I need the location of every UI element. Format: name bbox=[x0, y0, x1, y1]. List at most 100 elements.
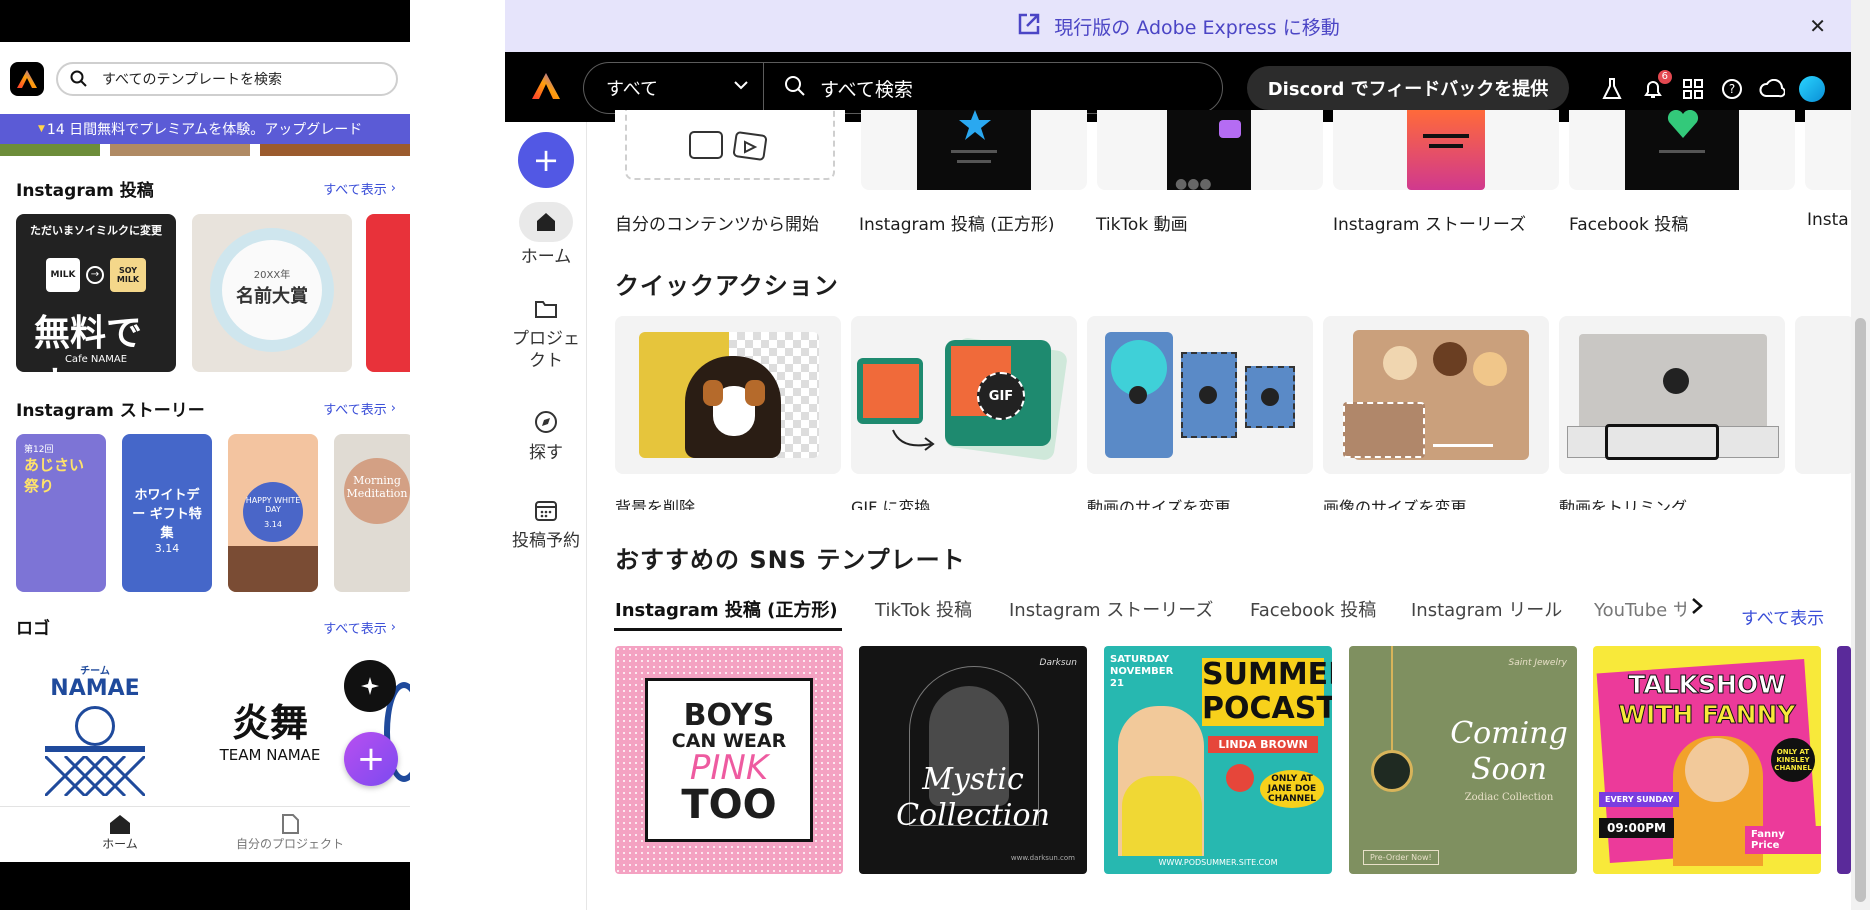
calendar-icon bbox=[535, 501, 557, 521]
rail-item-home[interactable]: ホーム bbox=[505, 202, 587, 268]
svg-text:?: ? bbox=[1729, 82, 1735, 96]
card-price: Fanny Price bbox=[1745, 826, 1821, 854]
ai-generate-button[interactable] bbox=[344, 660, 396, 712]
template-card-hearts[interactable] bbox=[366, 214, 410, 372]
tab-home[interactable]: ホーム bbox=[90, 813, 150, 852]
close-icon[interactable]: ✕ bbox=[1809, 14, 1826, 38]
soymilk-label: SOY MILK bbox=[110, 258, 146, 292]
see-all-label: すべて表示 bbox=[323, 403, 387, 418]
chevron-down-icon bbox=[733, 77, 749, 98]
story-date: 3.14 bbox=[264, 520, 282, 529]
flask-icon[interactable] bbox=[1599, 76, 1625, 102]
premium-upgrade-banner[interactable]: ▼ 14 日間無料でプレミアムを体験。アップグレード bbox=[0, 114, 410, 144]
story-title: ホワイトデー ギフト特集 bbox=[132, 488, 202, 541]
sns-card-talkshow[interactable]: TALKSHOW WITH FANNY ONLY AT KINSLEY CHAN… bbox=[1593, 646, 1821, 874]
home-icon bbox=[110, 815, 130, 834]
story-card-hydrangea[interactable]: 第12回 あじさい祭り bbox=[16, 434, 106, 592]
tab-instagram-stories[interactable]: Instagram ストーリーズ bbox=[1009, 596, 1213, 622]
sns-card-summer-podcast[interactable]: SATURDAY NOVEMBER 21 SUMMER POCAST LINDA… bbox=[1104, 646, 1332, 874]
logo-card-enbu[interactable]: 炎舞 TEAM NAMAE bbox=[210, 692, 340, 792]
quick-action-resize-video[interactable] bbox=[1087, 316, 1313, 474]
quick-action-label[interactable]: 動画のサイズを変更 bbox=[1087, 494, 1231, 510]
promo-text: 14 日間無料でプレミアムを体験。アップグレード bbox=[46, 122, 363, 138]
adobe-express-logo-icon[interactable] bbox=[10, 62, 44, 96]
template-instagram-story[interactable] bbox=[1333, 110, 1559, 190]
story-title: あじさい祭り bbox=[24, 456, 85, 495]
help-icon[interactable]: ? bbox=[1719, 76, 1745, 102]
template-own-content[interactable] bbox=[615, 110, 845, 190]
logo-card-namae[interactable]: チーム NAMAE bbox=[20, 662, 170, 802]
template-card-soymilk[interactable]: ただいまソイミルクに変更 MILK → SOY MILK 無料です Cafe N… bbox=[16, 214, 176, 372]
template-label[interactable]: TikTok 動画 bbox=[1096, 210, 1188, 235]
quick-action-label[interactable]: 動画をトリミング bbox=[1559, 494, 1687, 510]
rail-item-discover[interactable]: 探す bbox=[505, 410, 587, 464]
quick-action-partial[interactable] bbox=[1795, 316, 1855, 474]
tab-youtube[interactable]: YouTube サ bbox=[1594, 596, 1686, 622]
logo-name: NAMAE bbox=[50, 676, 140, 701]
switch-version-banner[interactable]: 現行版の Adobe Express に移動 bbox=[505, 0, 1851, 52]
carousel-thumb[interactable] bbox=[110, 144, 250, 156]
see-all-instagram-post[interactable]: すべて表示 › bbox=[323, 179, 396, 198]
search-scope-dropdown[interactable]: すべて bbox=[583, 62, 763, 114]
template-tiktok-video[interactable]: ●●● bbox=[1097, 110, 1323, 190]
rail-item-projects[interactable]: プロジェクト bbox=[505, 298, 587, 372]
template-card-award[interactable]: 20XX年 名前大賞 bbox=[192, 214, 352, 372]
home-icon bbox=[537, 213, 555, 231]
sns-card-partial[interactable] bbox=[1837, 646, 1851, 874]
quick-action-label[interactable]: GIF に変換 bbox=[851, 494, 930, 510]
story-card-meditation[interactable]: Morning Meditation bbox=[334, 434, 410, 592]
sns-see-all-link[interactable]: すべて表示 bbox=[1741, 604, 1824, 629]
template-label[interactable]: Instagram ストーリーズ bbox=[1333, 210, 1526, 235]
create-button[interactable]: + bbox=[518, 132, 574, 188]
template-search-input[interactable]: すべてのテンプレートを検索 bbox=[56, 62, 398, 96]
carousel-thumb[interactable] bbox=[260, 144, 410, 156]
creative-cloud-icon[interactable] bbox=[1759, 76, 1785, 102]
quick-action-convert-to-gif[interactable]: GIF bbox=[851, 316, 1077, 474]
global-search-input[interactable]: すべて検索 bbox=[763, 62, 1223, 114]
story-card-whiteday-gift[interactable]: ホワイトデー ギフト特集 3.14 bbox=[122, 434, 212, 592]
template-label[interactable]: Insta bbox=[1807, 210, 1849, 230]
card-text: ただいまソイミルクに変更 bbox=[30, 224, 162, 237]
logo-name: 炎舞 bbox=[231, 700, 308, 745]
sns-card-mystic[interactable]: Darksun Mystic Collection www.darksun.co… bbox=[859, 646, 1087, 874]
quick-action-trim-video[interactable] bbox=[1559, 316, 1785, 474]
plus-icon: + bbox=[356, 739, 386, 779]
desktop-app: 現行版の Adobe Express に移動 ✕ すべて すべて検索 Disco… bbox=[505, 0, 1870, 910]
bell-icon[interactable]: 6 bbox=[1640, 70, 1672, 102]
template-label[interactable]: Instagram 投稿 (正方形) bbox=[859, 210, 1055, 235]
scrollbar-thumb[interactable] bbox=[1855, 318, 1866, 902]
avatar[interactable] bbox=[1799, 76, 1825, 102]
card-cta: Pre-Order Now! bbox=[1363, 850, 1439, 865]
tab-instagram-reels[interactable]: Instagram リール bbox=[1411, 596, 1562, 622]
sns-card-boys-pink[interactable]: BOYS CAN WEAR PINK TOO bbox=[615, 646, 843, 874]
card-footer: www.darksun.com bbox=[1010, 854, 1075, 862]
story-title: HAPPY WHITE DAY bbox=[245, 496, 301, 514]
adobe-express-logo-icon[interactable] bbox=[531, 72, 561, 104]
quick-action-remove-background[interactable] bbox=[615, 316, 841, 474]
see-all-instagram-story[interactable]: すべて表示 › bbox=[323, 399, 396, 418]
carousel-thumb[interactable] bbox=[0, 144, 100, 156]
tab-instagram-square[interactable]: Instagram 投稿 (正方形) bbox=[615, 596, 838, 622]
card-line: Coming bbox=[1450, 716, 1568, 751]
rail-item-schedule[interactable]: 投稿予約 bbox=[505, 498, 587, 552]
search-placeholder: すべて検索 bbox=[820, 78, 913, 101]
create-new-button[interactable]: + bbox=[344, 732, 398, 786]
sparkle-icon bbox=[361, 677, 379, 695]
card-line: TOO bbox=[681, 782, 777, 828]
tab-projects[interactable]: 自分のプロジェクト bbox=[220, 813, 360, 852]
tab-tiktok-post[interactable]: TikTok 投稿 bbox=[875, 596, 972, 622]
quick-action-label[interactable]: 背景を削除 bbox=[615, 494, 695, 510]
template-instagram-square[interactable] bbox=[861, 110, 1087, 190]
sns-card-coming-soon[interactable]: Saint Jewelry Coming Soon Zodiac Collect… bbox=[1349, 646, 1577, 874]
quick-action-label[interactable]: 画像のサイズを変更 bbox=[1323, 494, 1467, 510]
tab-facebook-post[interactable]: Facebook 投稿 bbox=[1250, 596, 1376, 622]
template-facebook-post[interactable] bbox=[1569, 110, 1795, 190]
template-label[interactable]: 自分のコンテンツから開始 bbox=[615, 210, 819, 235]
story-card-happy-whiteday[interactable]: HAPPY WHITE DAY 3.14 bbox=[228, 434, 318, 592]
template-label[interactable]: Facebook 投稿 bbox=[1569, 210, 1688, 235]
discord-feedback-button[interactable]: Discord でフィードバックを提供 bbox=[1247, 66, 1569, 110]
quick-action-resize-image[interactable] bbox=[1323, 316, 1549, 474]
apps-grid-icon[interactable] bbox=[1680, 76, 1706, 102]
chevron-right-icon[interactable] bbox=[1689, 596, 1705, 620]
see-all-logo[interactable]: すべて表示 › bbox=[323, 618, 396, 637]
